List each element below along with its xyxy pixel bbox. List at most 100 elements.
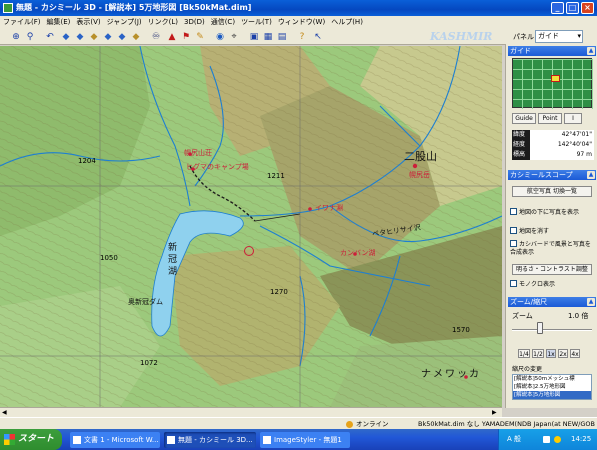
minimap-grid (513, 59, 593, 109)
search-icon[interactable]: ⚲ (24, 31, 36, 43)
maximize-button[interactable]: □ (566, 2, 579, 14)
topographic-map[interactable]: 二股山 1204 1050 1211 1270 1570 1072 イワナ淵 奥… (0, 46, 502, 407)
map-label-summit: 幌尻岳 (409, 171, 430, 179)
collapse-icon[interactable]: ▲ (587, 298, 595, 306)
zoom-1x-button[interactable]: 1x (546, 349, 556, 358)
save-icon[interactable]: ▤ (276, 31, 288, 43)
map-label-elev-4: 1270 (270, 288, 288, 296)
zoom-slider-thumb[interactable] (536, 322, 543, 334)
aerial-photo-button[interactable]: 航空写真 切換一覧 (512, 186, 592, 197)
panel-select[interactable]: ガイド (535, 30, 583, 43)
zoom-quarter-button[interactable]: 1/4 (518, 349, 530, 358)
elev-label: 標高 (512, 150, 530, 160)
scale-item[interactable]: [解説本]50mメッシュ標 (513, 375, 591, 383)
map-label-dam: 奥新冠ダム (128, 298, 163, 306)
car-fwd-icon[interactable]: ◆ (116, 31, 128, 43)
map-label-pool: イワナ淵 (315, 204, 343, 212)
menu-file[interactable]: ファイル(F) (0, 16, 44, 29)
scope-section-header[interactable]: カシミールスコープ ▲ (508, 170, 596, 180)
task-word[interactable]: 文書 1 - Microsoft W... (70, 432, 160, 448)
tray-volume-icon[interactable] (554, 436, 561, 443)
ime-indicator[interactable]: A 般 (507, 429, 521, 450)
scale-label: 縮尺の変更 (512, 366, 543, 373)
hide-map-checkbox[interactable]: 地図を消す (510, 227, 594, 236)
status-bar: オンライン Bk50kMat.dim なし YAMADEM(NDB Japan(… (0, 417, 597, 429)
camera-icon[interactable]: ◉ (214, 31, 226, 43)
pencil-icon[interactable]: ✎ (194, 31, 206, 43)
map-canvas (0, 46, 502, 407)
checkbox-label: 地図を消す (519, 228, 550, 235)
menu-jump[interactable]: ジャンプ(J) (104, 16, 145, 29)
lat-label: 緯度 (512, 130, 530, 140)
coordinate-readout: 緯度 42°47'01" 経度 142°40'04" 標高 97 m (512, 130, 594, 160)
back-icon[interactable]: ↶ (44, 31, 56, 43)
task-kashmir[interactable]: 無題 - カシミール 3D... (164, 432, 256, 448)
car-back-icon[interactable]: ◆ (74, 31, 86, 43)
map-label-river-name: ナメワッカ (421, 369, 481, 380)
tray-network-icon[interactable] (543, 436, 550, 443)
brightness-button[interactable]: 明るさ・コントラスト調整 (512, 264, 592, 275)
zoom-tool-icon[interactable]: ⊕ (10, 31, 22, 43)
menu-comm[interactable]: 通信(C) (208, 16, 238, 29)
map-crosshair (244, 246, 254, 256)
close-button[interactable]: × (581, 2, 594, 14)
scale-list[interactable]: [解説本]50mメッシュ標 [解説本]2.5万地形図 [解説本]5万地形図 (512, 374, 592, 400)
car-icon[interactable]: ◆ (60, 31, 72, 43)
scale-item-selected[interactable]: [解説本]5万地形図 (513, 391, 591, 399)
pointer-help-icon[interactable]: ↖ (312, 31, 324, 43)
app-icon[interactable] (3, 3, 13, 13)
checkbox-label: 地図の下に写真を表示 (519, 209, 580, 216)
menu-help[interactable]: ヘルプ(H) (328, 16, 366, 29)
tripod-icon[interactable]: ⌖ (228, 31, 240, 43)
guide-tab-button[interactable]: Guide (512, 113, 536, 124)
zoom-section-header[interactable]: ズーム/縮尺 ▲ (508, 297, 596, 307)
map-label-lake: 新冠湖 (168, 243, 178, 277)
mono-checkbox[interactable]: モノクロ表示 (510, 280, 594, 289)
map-label-kanban: カンバン湖 (340, 249, 376, 257)
window-icon[interactable]: ▣ (248, 31, 260, 43)
guide-section-title: ガイド (510, 47, 531, 55)
zoom-2x-button[interactable]: 2x (558, 349, 568, 358)
guide-section-header[interactable]: ガイド ▲ (508, 46, 596, 56)
windows-logo-icon (4, 434, 15, 445)
window-title-bar[interactable]: 無題 - カシミール 3D - [解説本] 5万地形図 [Bk50kMat.di… (0, 0, 597, 16)
map-label-elev-1: 1204 (78, 157, 96, 165)
scroll-left-icon[interactable]: ◀ (2, 409, 9, 416)
task-imagestyler[interactable]: ImageStyler - 無題1 (260, 432, 350, 448)
minimize-button[interactable]: _ (551, 2, 564, 14)
scale-item[interactable]: [解説本]2.5万地形図 (513, 383, 591, 391)
binoculars-icon[interactable]: ♾ (150, 31, 162, 43)
collapse-icon[interactable]: ▲ (587, 47, 595, 55)
mountain-icon[interactable]: ▲ (166, 31, 178, 43)
map-label-camp: ヒグマのキャンプ場 (186, 163, 249, 171)
car-next-icon[interactable]: ◆ (88, 31, 100, 43)
menu-3d[interactable]: 3D(D) (181, 16, 208, 29)
help-icon[interactable]: ? (296, 31, 308, 43)
map-label-hut: 幌尻山荘 (184, 149, 212, 157)
checkbox-label: カシバードで風景と写真を合成表示 (510, 241, 591, 256)
menu-tools[interactable]: ツール(T) (238, 16, 275, 29)
composite-photo-checkbox[interactable]: カシバードで風景と写真を合成表示 (510, 240, 594, 257)
menu-link[interactable]: リンク(L) (145, 16, 181, 29)
car-prev-icon[interactable]: ◆ (102, 31, 114, 43)
flag-icon[interactable]: ⚑ (180, 31, 192, 43)
menu-window[interactable]: ウィンドウ(W) (275, 16, 328, 29)
point-tab-button[interactable]: Point (538, 113, 562, 124)
kashmir-task-icon (167, 436, 175, 444)
menu-edit[interactable]: 編集(E) (44, 16, 74, 29)
zoom-4x-button[interactable]: 4x (570, 349, 580, 358)
checkbox-icon (510, 227, 517, 234)
photo-under-map-checkbox[interactable]: 地図の下に写真を表示 (510, 208, 594, 217)
elev-value: 97 m (530, 150, 594, 160)
menu-view[interactable]: 表示(V) (73, 16, 103, 29)
grid-icon[interactable]: ▦ (262, 31, 274, 43)
zoom-half-button[interactable]: 1/2 (532, 349, 544, 358)
horizontal-scrollbar[interactable]: ◀ ▶ (0, 407, 502, 417)
overview-minimap[interactable] (512, 58, 593, 109)
collapse-icon[interactable]: ▲ (587, 171, 595, 179)
scroll-right-icon[interactable]: ▶ (492, 409, 499, 416)
zoom-value: 1.0 倍 (568, 312, 589, 320)
info-tab-button[interactable]: I (564, 113, 582, 124)
car-stop-icon[interactable]: ◆ (130, 31, 142, 43)
zoom-slider-track[interactable] (512, 329, 592, 331)
